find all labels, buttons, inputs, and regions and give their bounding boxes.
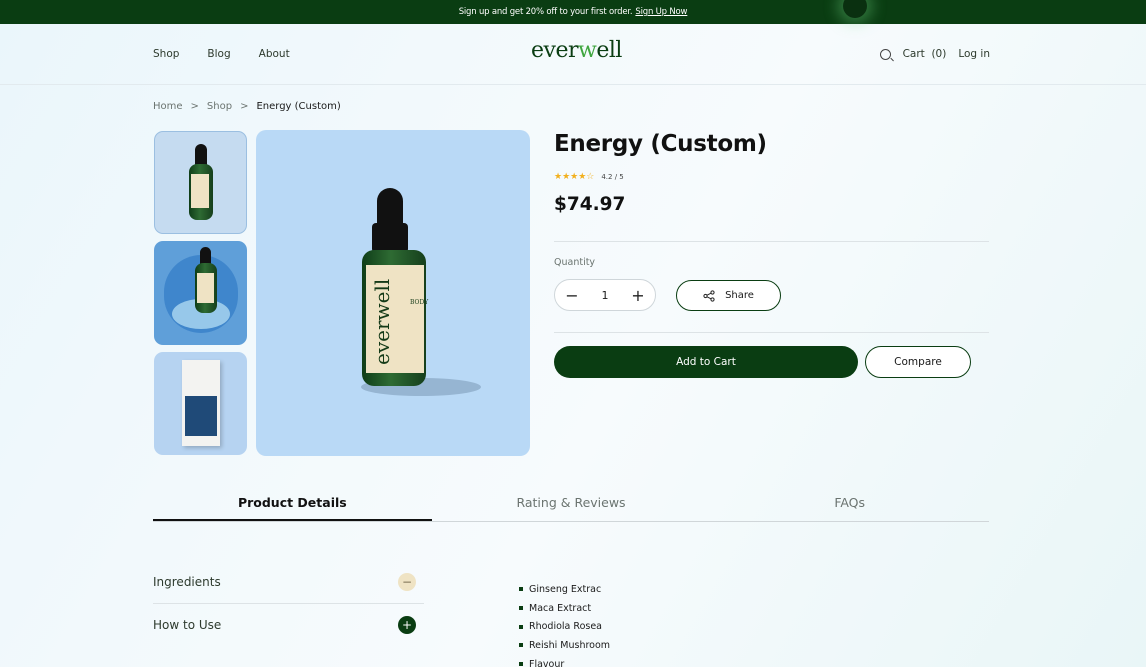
nav-shop[interactable]: Shop [153,48,179,60]
quantity-value[interactable]: 1 [602,289,609,302]
price: $74.97 [554,194,626,215]
rating: ★★★★☆ 4.2 / 5 [554,172,624,182]
list-item: Rhodiola Rosea [519,617,610,636]
main-nav: Shop Blog About [153,48,290,60]
star-icons: ★★★★☆ [554,172,595,182]
logo-part: ever [531,38,578,63]
thumbnail-1[interactable] [154,131,247,234]
cart-label: Cart [902,48,925,60]
minus-button[interactable]: − [565,286,579,305]
logo-part: ell [596,38,622,63]
product-tabs: Product Details Rating & Reviews FAQs [153,487,989,522]
chevron-right-icon: > [240,101,249,112]
thumbnail-3[interactable] [154,352,247,455]
thumbnail-2[interactable] [154,241,247,345]
list-item: Reishi Mushroom [519,636,610,655]
logo-part-accent: w [577,38,597,63]
share-icon [703,289,715,302]
crumb-shop[interactable]: Shop [207,101,232,112]
quantity-stepper: − 1 + [554,279,656,311]
product-title: Energy (Custom) [554,131,767,157]
nav-blog[interactable]: Blog [207,48,230,60]
breadcrumb: Home > Shop > Energy (Custom) [153,101,341,112]
site-header: Shop Blog About everwell Cart (0) Log in [0,24,1146,85]
login-link[interactable]: Log in [958,48,990,60]
promo-text: Sign up and get 20% off to your first or… [458,7,633,17]
decorative-orb [843,0,867,18]
cart-count: (0) [931,48,947,60]
crumb-home[interactable]: Home [153,101,183,112]
compare-button[interactable]: Compare [865,346,971,378]
list-item: Flavour [519,655,610,667]
minus-icon[interactable]: − [398,573,416,591]
list-item: Maca Extract [519,599,610,618]
bottle-brand: everwell [370,278,394,365]
tab-product-details[interactable]: Product Details [153,487,432,521]
signup-link[interactable]: Sign Up Now [635,7,687,17]
accordion-label: How to Use [153,618,222,632]
bottle-tag: BODY [410,299,429,306]
search-icon[interactable] [879,48,891,60]
quantity-label: Quantity [554,257,596,268]
list-item: Ginseng Extrac [519,580,610,599]
main-product-image: everwell BODY [256,130,530,456]
divider [554,332,989,333]
tab-rating-reviews[interactable]: Rating & Reviews [432,487,711,521]
share-button[interactable]: Share [676,280,781,311]
header-actions: Cart (0) Log in [879,48,990,60]
crumb-current: Energy (Custom) [256,101,341,112]
rating-text: 4.2 / 5 [601,173,624,181]
accordion-label: Ingredients [153,575,221,589]
plus-button[interactable]: + [631,286,645,305]
chevron-right-icon: > [190,101,199,112]
divider [554,241,989,242]
share-label: Share [725,290,754,301]
plus-icon[interactable]: + [398,616,416,634]
promo-bar: Sign up and get 20% off to your first or… [0,0,1146,24]
accordion-ingredients[interactable]: Ingredients − [153,573,424,591]
tab-faqs[interactable]: FAQs [710,487,989,521]
divider [153,603,424,604]
ingredients-list: Ginseng Extrac Maca Extract Rhodiola Ros… [519,580,610,667]
logo[interactable]: everwell [531,38,622,63]
nav-about[interactable]: About [259,48,290,60]
cart-link[interactable]: Cart (0) [903,48,947,60]
accordion-how-to-use[interactable]: How to Use + [153,616,424,634]
add-to-cart-button[interactable]: Add to Cart [554,346,858,378]
